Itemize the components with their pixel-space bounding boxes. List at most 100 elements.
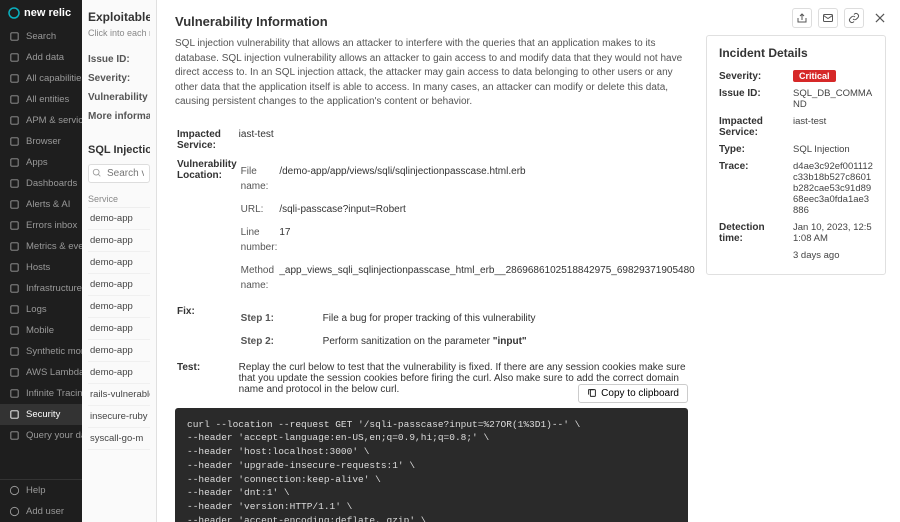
incident-row: 3 days ago — [719, 247, 873, 264]
nav-item-metrics-events[interactable]: Metrics & events — [0, 236, 82, 257]
sidebar: new relic SearchAdd dataAll capabilities… — [0, 0, 82, 522]
file-name-value: /demo-app/app/views/sqli/sqlinjectionpas… — [279, 161, 694, 197]
secondary-panel: Exploitable SQL Injection Vulnerabilitie… — [82, 0, 157, 522]
service-row[interactable]: demo-app — [88, 296, 150, 318]
service-row[interactable]: demo-app — [88, 340, 150, 362]
severity-badge: Critical — [793, 70, 836, 82]
incident-key: Detection time: — [719, 222, 787, 244]
link-icon[interactable] — [844, 8, 864, 28]
service-row[interactable]: demo-app — [88, 230, 150, 252]
close-icon[interactable] — [870, 8, 890, 28]
fix-label: Fix: — [177, 303, 237, 357]
detail-actions — [792, 8, 890, 28]
incident-key: Impacted Service: — [719, 116, 787, 138]
line-number-label: Line number: — [241, 222, 278, 258]
dashboard-icon — [9, 178, 20, 189]
step1-label: Step 1: — [241, 308, 321, 329]
nav-item-add-data[interactable]: Add data — [0, 47, 82, 68]
nav-item-mobile[interactable]: Mobile — [0, 320, 82, 341]
service-row[interactable]: demo-app — [88, 252, 150, 274]
incident-title: Incident Details — [719, 46, 873, 60]
boxes-icon — [9, 94, 20, 105]
incident-value: SQL Injection — [793, 144, 850, 155]
nav-item-alerts-ai[interactable]: Alerts & AI — [0, 194, 82, 215]
query-icon — [9, 430, 20, 441]
column-header-service: Service — [88, 191, 150, 208]
main-content: Vulnerability Information SQL injection … — [157, 0, 900, 522]
copy-to-clipboard-button[interactable]: Copy to clipboard — [578, 384, 688, 403]
vuln-info-title: Vulnerability Information — [175, 14, 688, 29]
service-row[interactable]: rails-vulnerable — [88, 384, 150, 406]
incident-key: Issue ID: — [719, 88, 787, 110]
lambda-icon — [9, 367, 20, 378]
nav-item-dashboards[interactable]: Dashboards — [0, 173, 82, 194]
mobile-icon — [9, 325, 20, 336]
incident-key — [719, 250, 787, 261]
nav-item-help[interactable]: Help — [0, 480, 82, 501]
nav-item-label: Infinite Tracing settings — [26, 388, 82, 399]
nav-item-all-entities[interactable]: All entities — [0, 89, 82, 110]
shield-icon — [9, 409, 20, 420]
nav-item-label: Query your data — [26, 430, 82, 441]
plus-icon — [9, 52, 20, 63]
incident-key: Severity: — [719, 71, 787, 82]
share-icon[interactable] — [792, 8, 812, 28]
line-number-value: 17 — [279, 222, 694, 258]
incident-row: Issue ID:SQL_DB_COMMAND — [719, 85, 873, 113]
incident-key: Type: — [719, 144, 787, 155]
nav-item-query-your-data[interactable]: Query your data — [0, 425, 82, 446]
incident-value: d4ae3c92ef001112c33b18b527c8601b282cae53… — [793, 161, 873, 216]
nav-item-search[interactable]: Search — [0, 26, 82, 47]
panel-hint: Click into each row — [88, 28, 150, 38]
nav-item-label: Mobile — [26, 325, 54, 336]
brand-text: new relic — [24, 7, 71, 19]
incident-row: Trace:d4ae3c92ef001112c33b18b527c8601b28… — [719, 158, 873, 219]
url-value: /sqli-passcase?input=Robert — [279, 199, 694, 220]
nav-item-label: Security — [26, 409, 60, 420]
logo[interactable]: new relic — [0, 0, 82, 26]
panel-field: Severity: — [88, 69, 150, 88]
nav-item-label: Metrics & events — [26, 241, 82, 252]
nav-item-synthetic-monitoring[interactable]: Synthetic monitoring — [0, 341, 82, 362]
nav-item-infrastructure[interactable]: Infrastructure — [0, 278, 82, 299]
copy-label: Copy to clipboard — [601, 388, 679, 399]
service-row[interactable]: demo-app — [88, 362, 150, 384]
service-row[interactable]: demo-app — [88, 208, 150, 230]
nav-item-add-user[interactable]: Add user — [0, 501, 82, 522]
nav-item-apm-services[interactable]: APM & services — [0, 110, 82, 131]
service-row[interactable]: insecure-ruby — [88, 406, 150, 428]
step1-value: File a bug for proper tracking of this v… — [323, 308, 536, 329]
apps-icon — [9, 157, 20, 168]
nav-item-errors-inbox[interactable]: Errors inbox — [0, 215, 82, 236]
incident-value: 3 days ago — [793, 250, 839, 261]
nav-item-label: Apps — [26, 157, 48, 168]
vuln-description: SQL injection vulnerability that allows … — [175, 37, 688, 110]
curl-code-block: curl --location --request GET '/sqli-pas… — [175, 408, 688, 522]
nav-item-aws-lambda-serverless[interactable]: AWS Lambda serverless — [0, 362, 82, 383]
logo-icon — [8, 7, 20, 19]
nav-item-hosts[interactable]: Hosts — [0, 257, 82, 278]
nav-item-all-capabilities[interactable]: All capabilities — [0, 68, 82, 89]
incident-panel: Incident Details Severity: Critical Issue … — [706, 35, 886, 275]
nav-item-label: Dashboards — [26, 178, 77, 189]
mail-icon[interactable] — [818, 8, 838, 28]
nav-item-label: AWS Lambda serverless — [26, 367, 82, 378]
incident-value: iast-test — [793, 116, 826, 138]
nav-item-logs[interactable]: Logs — [0, 299, 82, 320]
nav-item-apps[interactable]: Apps — [0, 152, 82, 173]
nav-item-infinite-tracing-settings[interactable]: Infinite Tracing settings — [0, 383, 82, 404]
nav-item-security[interactable]: Security — [0, 404, 82, 425]
service-row[interactable]: demo-app — [88, 274, 150, 296]
synth-icon — [9, 346, 20, 357]
nav-item-browser[interactable]: Browser — [0, 131, 82, 152]
nav-item-label: Synthetic monitoring — [26, 346, 82, 357]
nav-item-label: Help — [26, 485, 46, 496]
infra-icon — [9, 283, 20, 294]
vuln-location-label: Vulnerability Location: — [177, 156, 237, 301]
inbox-icon — [9, 220, 20, 231]
help-icon — [9, 485, 20, 496]
nav-item-label: All entities — [26, 94, 69, 105]
service-row[interactable]: demo-app — [88, 318, 150, 340]
service-row[interactable]: syscall-go-m — [88, 428, 150, 450]
nav-item-label: Add user — [26, 506, 64, 517]
